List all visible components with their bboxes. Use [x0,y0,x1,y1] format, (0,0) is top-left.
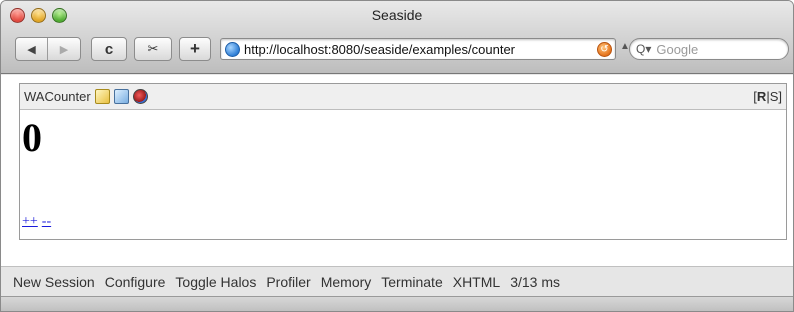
component-halo: WACounter [R|S] 0 ++ -- [19,83,787,240]
memory-link[interactable]: Memory [321,274,372,290]
search-placeholder: Google [656,41,699,57]
edit-icon[interactable] [94,89,110,104]
address-bar[interactable]: http://localhost:8080/seaside/examples/c… [220,38,616,60]
configure-link[interactable]: Configure [105,274,166,290]
snapback-icon[interactable]: ↺ [597,41,612,57]
reload-button[interactable]: c [91,37,127,61]
render-mode-r[interactable]: R [757,89,766,104]
add-bookmark-button[interactable]: + [179,37,211,61]
style-icon[interactable] [132,89,148,104]
back-button[interactable]: ◀ [16,38,48,60]
back-forward-group: ◀ ▶ [15,37,81,61]
title-toolbar: Seaside ◀ ▶ c ✂ + http://localhost:8080/… [1,1,793,74]
browser-window: Seaside ◀ ▶ c ✂ + http://localhost:8080/… [0,0,794,312]
search-field[interactable]: Q▾ Google [629,38,789,60]
increment-link[interactable]: ++ [22,214,38,229]
inspect-icon[interactable] [113,89,129,104]
render-time: 3/13 ms [510,273,560,290]
terminate-link[interactable]: Terminate [381,274,442,290]
profiler-link[interactable]: Profiler [266,274,310,290]
counter-value: 0 [22,115,42,160]
render-mode-toggle: [R|S] [753,89,782,104]
seaside-dev-toolbar: New Session Configure Toggle Halos Profi… [1,266,793,296]
status-bar [1,296,793,311]
window-title: Seaside [371,7,423,23]
xhtml-link[interactable]: XHTML [453,274,500,290]
halo-header: WACounter [R|S] [20,84,786,110]
bracket-close: ] [778,89,782,104]
new-session-link[interactable]: New Session [13,274,95,290]
snapshot-button[interactable]: ✂ [134,37,172,61]
forward-button[interactable]: ▶ [48,38,80,60]
url-text[interactable]: http://localhost:8080/seaside/examples/c… [244,42,597,57]
page-content: WACounter [R|S] 0 ++ -- [1,75,793,266]
toggle-halos-link[interactable]: Toggle Halos [175,274,256,290]
globe-icon [225,41,240,57]
counter-links: ++ -- [22,214,55,230]
decrement-link[interactable]: -- [42,214,51,229]
component-name: WACounter [24,89,91,104]
search-icon[interactable]: Q▾ [636,42,651,56]
